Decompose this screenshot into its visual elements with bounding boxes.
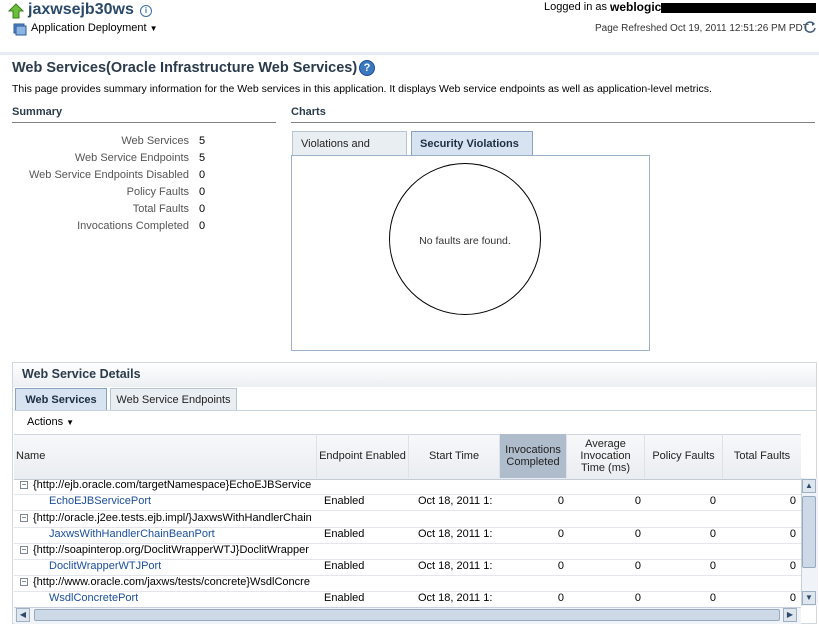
page-refreshed-text: Page Refreshed Oct 19, 2011 12:51:26 PM …	[595, 23, 809, 34]
invocations-value: 0	[557, 592, 564, 604]
summary-value-web-services: 5	[199, 135, 206, 147]
port-link[interactable]: JaxwsWithHandlerChainBeanPort	[49, 528, 215, 540]
deployment-icon	[13, 22, 27, 36]
summary-label-endpoints: Web Service Endpoints	[74, 152, 189, 164]
column-header-start-time[interactable]: Start Time	[408, 434, 499, 478]
port-link[interactable]: EchoEJBServicePort	[49, 495, 151, 507]
chevron-down-icon: ▼	[66, 418, 75, 427]
summary-label-total-faults: Total Faults	[132, 203, 189, 215]
summary-value-total-faults: 0	[199, 203, 206, 215]
vertical-scroll-thumb[interactable]	[802, 496, 816, 568]
avg-time-value: 0	[634, 592, 641, 604]
application-deployment-label: Application Deployment	[31, 22, 147, 34]
tab-web-services[interactable]: Web Services	[15, 388, 107, 410]
actions-menu-button[interactable]: Actions ▼	[27, 416, 74, 428]
avg-time-value: 0	[634, 560, 641, 572]
charts-heading: Charts	[291, 106, 326, 118]
app-title: jaxwsejb30ws	[28, 1, 134, 18]
total-faults-value: 0	[789, 495, 796, 507]
scroll-right-icon[interactable]: ▶	[783, 608, 797, 622]
summary-value-policy-faults: 0	[199, 186, 206, 198]
actions-label: Actions	[27, 416, 64, 428]
endpoint-enabled-value: Enabled	[324, 528, 365, 540]
port-link[interactable]: WsdlConcretePort	[49, 592, 138, 604]
column-header-endpoint-enabled[interactable]: Endpoint Enabled	[316, 434, 408, 478]
scroll-down-icon[interactable]: ▼	[802, 591, 816, 605]
help-icon[interactable]: ?	[359, 60, 375, 76]
summary-label-invocations: Invocations Completed	[77, 220, 189, 232]
application-deployment-menu[interactable]: Application Deployment ▼	[31, 22, 158, 34]
service-name: {http://www.oracle.com/jaxws/tests/concr…	[33, 576, 310, 588]
invocations-value: 0	[557, 560, 564, 572]
policy-faults-value: 0	[709, 560, 716, 572]
collapse-icon[interactable]: −	[20, 546, 28, 554]
summary-value-invocations: 0	[199, 220, 206, 232]
avg-time-value: 0	[634, 528, 641, 540]
logged-in-user: weblogic	[610, 0, 662, 14]
details-heading: Web Service Details	[22, 367, 141, 381]
invocations-value: 0	[557, 495, 564, 507]
start-time-value: Oct 18, 2011 1:	[418, 592, 493, 604]
scroll-left-icon[interactable]: ◀	[16, 608, 30, 622]
charts-divider	[291, 122, 815, 123]
horizontal-scroll-thumb[interactable]	[34, 609, 780, 621]
collapse-icon[interactable]: −	[20, 481, 28, 489]
logged-in-label: Logged in as	[544, 1, 607, 13]
home-up-arrow-icon[interactable]	[7, 3, 25, 19]
column-header-average-invocation-time[interactable]: Average Invocation Time (ms)	[566, 434, 644, 478]
start-time-value: Oct 18, 2011 1:	[418, 560, 493, 572]
service-name: {http://ejb.oracle.com/targetNamespace}E…	[33, 479, 312, 491]
redacted-block	[661, 3, 816, 13]
total-faults-value: 0	[789, 528, 796, 540]
start-time-value: Oct 18, 2011 1:	[418, 495, 493, 507]
chevron-down-icon: ▼	[149, 24, 158, 33]
header-separator	[0, 52, 819, 55]
policy-faults-value: 0	[709, 495, 716, 507]
tab-violations-and-faults[interactable]: Violations and Faults	[292, 131, 407, 174]
collapse-icon[interactable]: −	[20, 514, 28, 522]
endpoint-enabled-value: Enabled	[324, 495, 365, 507]
collapse-icon[interactable]: −	[20, 578, 28, 586]
scroll-up-icon[interactable]: ▲	[802, 479, 816, 493]
column-header-policy-faults[interactable]: Policy Faults	[644, 434, 722, 478]
actions-toolbar	[14, 410, 816, 435]
summary-divider	[12, 122, 276, 123]
summary-heading: Summary	[12, 106, 63, 118]
policy-faults-value: 0	[709, 592, 716, 604]
service-name: {http://soapinterop.org/DoclitWrapperWTJ…	[33, 544, 309, 556]
avg-time-value: 0	[634, 495, 641, 507]
summary-label-endpoints-disabled: Web Service Endpoints Disabled	[29, 169, 189, 181]
no-faults-message: No faults are found.	[419, 235, 511, 247]
endpoint-enabled-value: Enabled	[324, 560, 365, 572]
start-time-value: Oct 18, 2011 1:	[418, 528, 493, 540]
column-header-invocations-completed[interactable]: Invocations Completed	[499, 434, 566, 478]
summary-value-endpoints: 5	[199, 152, 206, 164]
policy-faults-value: 0	[709, 528, 716, 540]
page-title: Web Services(Oracle Infrastructure Web S…	[12, 60, 358, 76]
info-icon[interactable]: i	[140, 5, 152, 17]
tab-security-violations[interactable]: Security Violations	[411, 131, 533, 155]
summary-value-endpoints-disabled: 0	[199, 169, 206, 181]
endpoint-enabled-value: Enabled	[324, 592, 365, 604]
summary-label-web-services: Web Services	[121, 135, 189, 147]
port-link[interactable]: DoclitWrapperWTJPort	[49, 560, 161, 572]
column-header-name[interactable]: Name	[14, 434, 316, 478]
summary-label-policy-faults: Policy Faults	[126, 186, 189, 198]
refresh-icon[interactable]	[803, 20, 817, 34]
column-header-total-faults[interactable]: Total Faults	[722, 434, 801, 478]
service-name: {http://oracle.j2ee.tests.ejb.impl/}Jaxw…	[33, 512, 312, 524]
invocations-value: 0	[557, 528, 564, 540]
total-faults-value: 0	[789, 592, 796, 604]
tab-web-service-endpoints[interactable]: Web Service Endpoints	[110, 388, 237, 410]
total-faults-value: 0	[789, 560, 796, 572]
page-description: This page provides summary information f…	[12, 83, 712, 95]
